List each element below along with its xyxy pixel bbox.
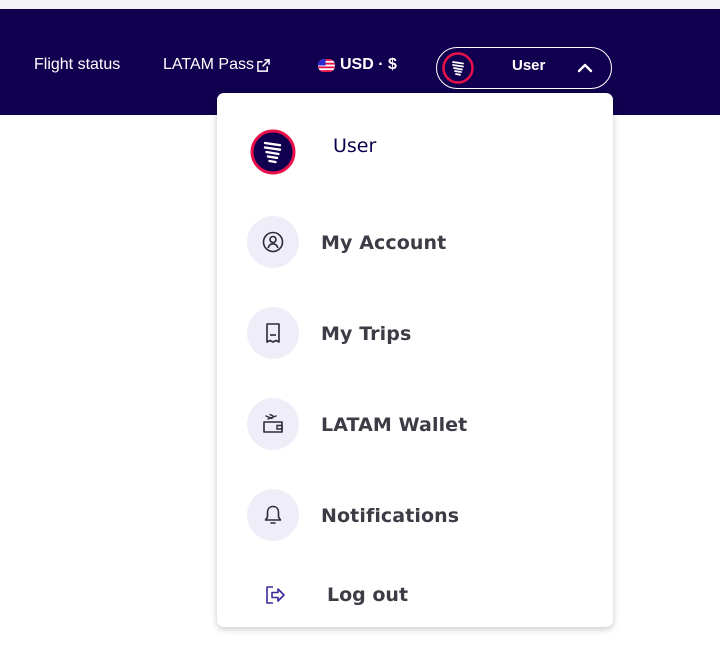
account-icon — [262, 231, 284, 253]
menu-item-label: Notifications — [321, 505, 460, 527]
bell-icon-container — [247, 489, 299, 541]
user-name: User — [333, 135, 377, 157]
external-link-icon — [257, 58, 270, 72]
user-dropdown-menu: User My Account My Trips LATAM Wallet No… — [217, 93, 613, 627]
flight-status-link[interactable]: Flight status — [34, 55, 120, 75]
menu-item-label: LATAM Wallet — [321, 414, 468, 436]
trips-icon — [266, 323, 280, 343]
menu-item-label: My Account — [321, 232, 447, 254]
bell-icon — [264, 505, 282, 524]
chevron-up-icon — [577, 63, 593, 73]
user-avatar-icon — [250, 129, 296, 175]
currency-selector[interactable]: USD · $ — [318, 55, 397, 75]
wallet-icon-container — [247, 398, 299, 450]
latam-pass-label: LATAM Pass — [163, 56, 254, 73]
wallet-icon — [263, 413, 283, 433]
menu-item-my-account[interactable]: My Account — [217, 208, 613, 268]
logout-icon[interactable] — [263, 583, 287, 607]
menu-item-notifications[interactable]: Notifications — [217, 481, 613, 541]
trips-icon-container — [247, 307, 299, 359]
menu-item-latam-wallet[interactable]: LATAM Wallet — [217, 390, 613, 450]
menu-item-my-trips[interactable]: My Trips — [217, 299, 613, 359]
currency-label: USD · $ — [340, 56, 397, 73]
logout-label[interactable]: Log out — [327, 584, 408, 606]
account-icon-container — [247, 216, 299, 268]
user-menu-button[interactable]: User — [436, 47, 612, 89]
us-flag-icon — [318, 58, 335, 72]
latam-pass-link[interactable]: LATAM Pass — [163, 55, 270, 75]
user-menu-label: User — [512, 57, 546, 74]
menu-item-label: My Trips — [321, 323, 412, 345]
user-avatar-icon — [442, 52, 474, 84]
